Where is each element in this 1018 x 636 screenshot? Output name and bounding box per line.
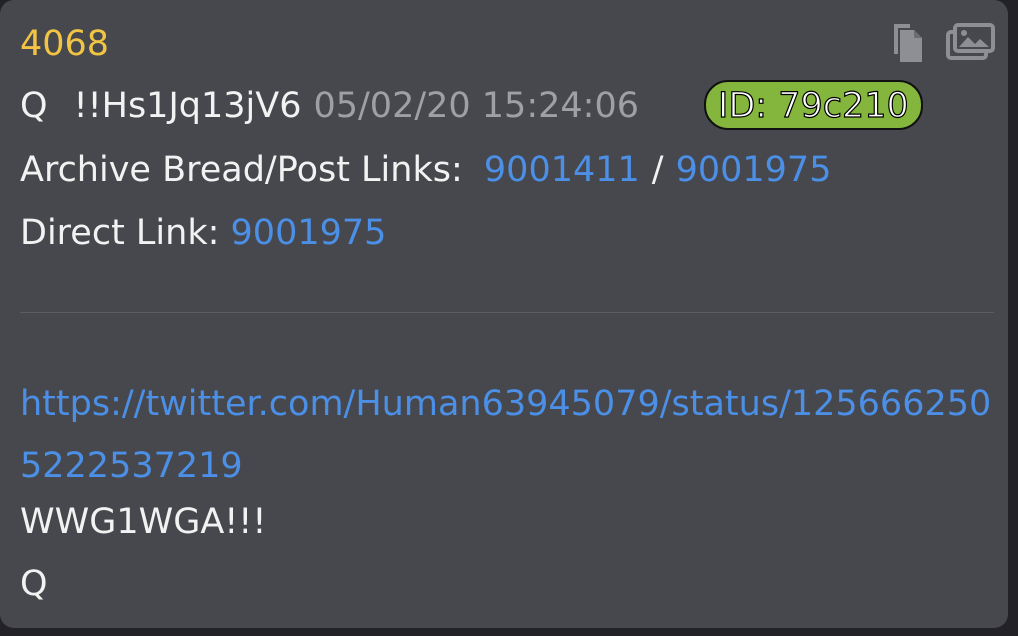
- archive-bread-link[interactable]: 9001411: [484, 150, 640, 190]
- post-card: 4068 Q !!Hs1Jq13jV6 05/02/20 15:24:06 ID: …: [0, 0, 1008, 628]
- images-icon[interactable]: [944, 18, 996, 64]
- id-badge[interactable]: ID: 79c210: [704, 80, 923, 130]
- copy-icon[interactable]: [886, 18, 930, 64]
- direct-post-link[interactable]: 9001975: [231, 213, 387, 253]
- archive-links-row: Archive Bread/Post Links: 9001411 / 900197…: [20, 148, 831, 192]
- post-timestamp: 05/02/20 15:24:06: [313, 86, 639, 126]
- post-number: 4068: [20, 24, 110, 64]
- author-row: Q !!Hs1Jq13jV6 05/02/20 15:24:06: [20, 84, 639, 128]
- tripcode: !!Hs1Jq13jV6: [73, 86, 302, 126]
- message-signature: Q: [20, 564, 48, 604]
- tweet-url-link[interactable]: https://twitter.com/Human63945079/status…: [20, 373, 992, 497]
- author-name: Q: [20, 86, 48, 126]
- message-line-1: WWG1WGA!!!: [20, 502, 267, 542]
- divider: [20, 312, 994, 313]
- archive-links-label: Archive Bread/Post Links:: [20, 150, 463, 190]
- direct-link-label: Direct Link:: [20, 213, 220, 253]
- direct-link-row: Direct Link: 9001975: [20, 211, 386, 255]
- link-separator: /: [651, 150, 664, 190]
- archive-post-link[interactable]: 9001975: [676, 150, 832, 190]
